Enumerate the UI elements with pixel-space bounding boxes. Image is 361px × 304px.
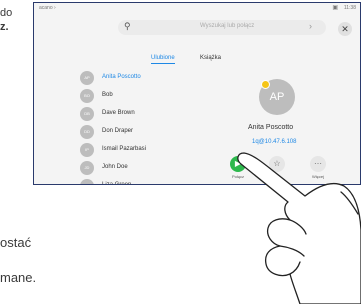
hand-illustration [237, 152, 361, 304]
